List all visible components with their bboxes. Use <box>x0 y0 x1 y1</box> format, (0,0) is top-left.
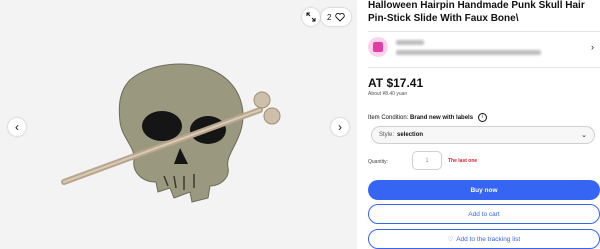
style-dropdown[interactable]: Style: selection ⌄ <box>371 126 595 144</box>
quantity-input[interactable]: 1 <box>412 151 442 170</box>
expand-glyph <box>306 12 316 22</box>
price: AT $17.41 <box>368 76 424 90</box>
seller-feedback-redacted <box>396 50 541 55</box>
chevron-right-icon: › <box>338 120 342 134</box>
condition-value: Brand new with labels <box>410 115 474 122</box>
heart-outline-icon: ♡ <box>447 236 454 243</box>
product-gallery: 2 ‹ › <box>0 0 357 249</box>
approx-price: About ¥8.40 yuan <box>368 91 408 97</box>
skull-hairpin-illustration <box>61 63 281 203</box>
availability-status: The last one <box>448 158 478 164</box>
divider <box>368 67 600 68</box>
divider <box>368 31 600 32</box>
chevron-right-icon: › <box>591 42 594 52</box>
style-value: selection <box>397 132 424 138</box>
buy-now-button[interactable]: Buy now <box>368 180 600 200</box>
seller-name-redacted <box>396 40 424 45</box>
previous-image-button[interactable]: ‹ <box>8 118 26 136</box>
listing-title: Halloween Hairpin Handmade Punk Skull Ha… <box>368 0 585 24</box>
next-image-button[interactable]: › <box>331 118 349 136</box>
heart-outline-icon <box>335 13 346 22</box>
seller-avatar <box>368 37 388 57</box>
add-to-cart-button[interactable]: Add to cart <box>368 204 600 224</box>
info-icon[interactable]: i <box>477 113 487 122</box>
watchlist-button[interactable]: ♡ Add to the tracking list <box>368 229 600 249</box>
expand-icon[interactable] <box>302 8 320 26</box>
chevron-down-icon: ⌄ <box>581 132 587 139</box>
listing-details: Halloween Hairpin Handmade Punk Skull Ha… <box>368 0 600 249</box>
condition-label: Item Condition: <box>368 115 409 122</box>
favorite-count: 2 <box>327 12 332 22</box>
favorite-button[interactable]: 2 <box>321 8 352 26</box>
style-label: Style: <box>379 132 395 138</box>
seller-card[interactable]: › <box>368 35 600 61</box>
product-image[interactable] <box>40 52 310 212</box>
quantity-label: Quantity: <box>368 159 389 165</box>
watchlist-label: Add to the tracking list <box>456 235 521 243</box>
chevron-left-icon: ‹ <box>15 120 19 134</box>
item-condition: Item Condition: Brand new with labels i <box>368 113 487 122</box>
